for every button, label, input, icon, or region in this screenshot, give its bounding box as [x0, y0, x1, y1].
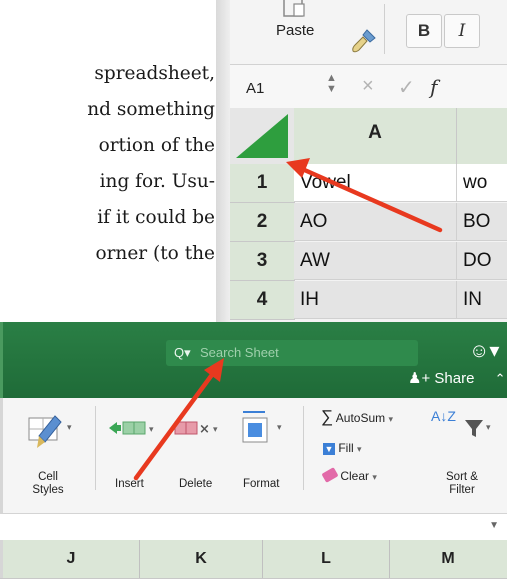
- format-cells-icon[interactable]: ▾: [237, 408, 289, 448]
- svg-text:▾: ▾: [213, 425, 218, 435]
- grid-row[interactable]: [0, 578, 507, 586]
- formula-input-row[interactable]: ▼: [0, 514, 507, 541]
- home-ribbon-right: ▾ Cell Styles ▾ Insert × ▾ Delete ▾ Form…: [0, 398, 507, 514]
- clear-button[interactable]: Clear ▾: [321, 467, 377, 484]
- ribbon-divider: [95, 406, 96, 490]
- insert-label[interactable]: Insert: [115, 478, 144, 491]
- share-label: Share: [434, 370, 475, 387]
- expand-formula-bar-icon[interactable]: ▼: [489, 520, 499, 531]
- clipboard-icon[interactable]: [280, 0, 308, 20]
- cancel-icon[interactable]: ×: [362, 75, 374, 98]
- book-text-line-2: nd something: [87, 99, 215, 120]
- clear-label: Clear: [340, 469, 370, 483]
- row-header-4[interactable]: 4: [230, 281, 295, 320]
- format-painter-icon[interactable]: [350, 28, 378, 54]
- row-header-2[interactable]: 2: [230, 203, 295, 242]
- select-all-button[interactable]: [230, 108, 295, 165]
- search-sheet-field[interactable]: Q▾ Search Sheet: [166, 340, 418, 366]
- sigma-icon: ∑: [321, 407, 334, 426]
- person-add-icon: ♟: [408, 370, 422, 387]
- autosum-button[interactable]: ∑ AutoSum ▾: [321, 407, 393, 426]
- column-header-bar: J K L M: [0, 540, 507, 578]
- svg-text:▾: ▾: [486, 423, 491, 433]
- italic-button[interactable]: I: [444, 14, 480, 48]
- cell-a1[interactable]: Vowel: [294, 164, 457, 202]
- paste-button[interactable]: Paste: [276, 22, 314, 39]
- ribbon-divider: [384, 4, 385, 54]
- share-button[interactable]: ♟+ Share ⌃: [408, 369, 506, 387]
- cell-b2[interactable]: BO: [457, 203, 507, 241]
- delete-label[interactable]: Delete: [179, 478, 212, 491]
- excel-bottom-screenshot: Q▾ Search Sheet ☺▾ ♟+ Share ⌃ ▾ Cell Sty…: [0, 322, 507, 586]
- eraser-icon: [321, 467, 339, 483]
- worksheet-grid: A 1 Vowel wo 2 AO BO 3 AW DO 4 IH IN: [230, 108, 507, 322]
- insert-function-icon[interactable]: f: [430, 75, 437, 99]
- row-header-3[interactable]: 3: [230, 242, 295, 281]
- cell-styles-label[interactable]: Cell Styles: [25, 471, 71, 497]
- cell-a4[interactable]: IH: [294, 281, 457, 319]
- sort-az-icon[interactable]: A↓Z: [431, 409, 456, 423]
- svg-text:×: ×: [199, 422, 210, 437]
- column-header-m[interactable]: M: [390, 540, 506, 578]
- autosum-label: AutoSum: [335, 411, 386, 425]
- column-header-j[interactable]: J: [3, 540, 140, 578]
- column-header-l[interactable]: L: [263, 540, 390, 578]
- svg-text:▾: ▾: [67, 423, 72, 433]
- cell-a2[interactable]: AO: [294, 203, 457, 241]
- book-text-line-6: orner (to the: [95, 243, 215, 264]
- bold-button[interactable]: B: [406, 14, 442, 48]
- title-bar: Q▾ Search Sheet ☺▾ ♟+ Share ⌃: [0, 322, 507, 398]
- book-text-line-1: spreadsheet,: [94, 63, 215, 84]
- share-prefix: +: [421, 370, 431, 387]
- cell-styles-icon[interactable]: ▾: [27, 412, 73, 452]
- svg-text:▾: ▾: [277, 423, 282, 433]
- ribbon-divider: [303, 406, 304, 490]
- cell-a3[interactable]: AW: [294, 242, 457, 280]
- format-label[interactable]: Format: [243, 478, 279, 491]
- select-all-triangle-icon: [236, 114, 288, 158]
- search-placeholder: Search Sheet: [200, 345, 279, 360]
- formula-bar: A1 ▲ ▼ × ✓ f: [230, 64, 507, 110]
- delete-cells-icon[interactable]: × ▾: [171, 414, 223, 448]
- insert-cells-icon[interactable]: ▾: [107, 414, 159, 448]
- screenshot-shadow: [216, 0, 230, 322]
- search-icon: Q▾: [174, 345, 191, 360]
- home-ribbon: Paste B I: [230, 0, 507, 64]
- enter-check-icon[interactable]: ✓: [398, 75, 415, 100]
- fill-label: Fill: [338, 441, 354, 455]
- row-header-1[interactable]: 1: [230, 164, 295, 203]
- book-text-line-3: ortion of the: [98, 135, 215, 156]
- cell-b1[interactable]: wo: [457, 164, 507, 202]
- cell-b3[interactable]: DO: [457, 242, 507, 280]
- book-text-line-5: if it could be: [97, 207, 215, 228]
- name-box[interactable]: A1: [246, 80, 264, 97]
- fill-down-icon: ▼: [323, 443, 335, 455]
- name-box-stepper-icon[interactable]: ▲ ▼: [326, 73, 337, 95]
- book-text-line-4: ing for. Usu-: [99, 171, 215, 192]
- feedback-smiley-icon[interactable]: ☺▾: [469, 338, 499, 363]
- collapse-ribbon-icon[interactable]: ⌃: [495, 371, 506, 386]
- sort-filter-label[interactable]: Sort & Filter: [439, 471, 485, 497]
- column-header-k[interactable]: K: [140, 540, 263, 578]
- column-header-a[interactable]: A: [294, 108, 457, 165]
- fill-button[interactable]: ▼ Fill ▾: [323, 442, 362, 456]
- svg-text:▾: ▾: [149, 425, 154, 435]
- cell-b4[interactable]: IN: [457, 281, 507, 319]
- filter-funnel-icon[interactable]: ▾: [463, 418, 493, 440]
- excel-top-screenshot: Paste B I A1 ▲ ▼ × ✓ f A 1 Vowel wo 2 AO …: [216, 0, 507, 322]
- column-header-b[interactable]: [457, 108, 507, 165]
